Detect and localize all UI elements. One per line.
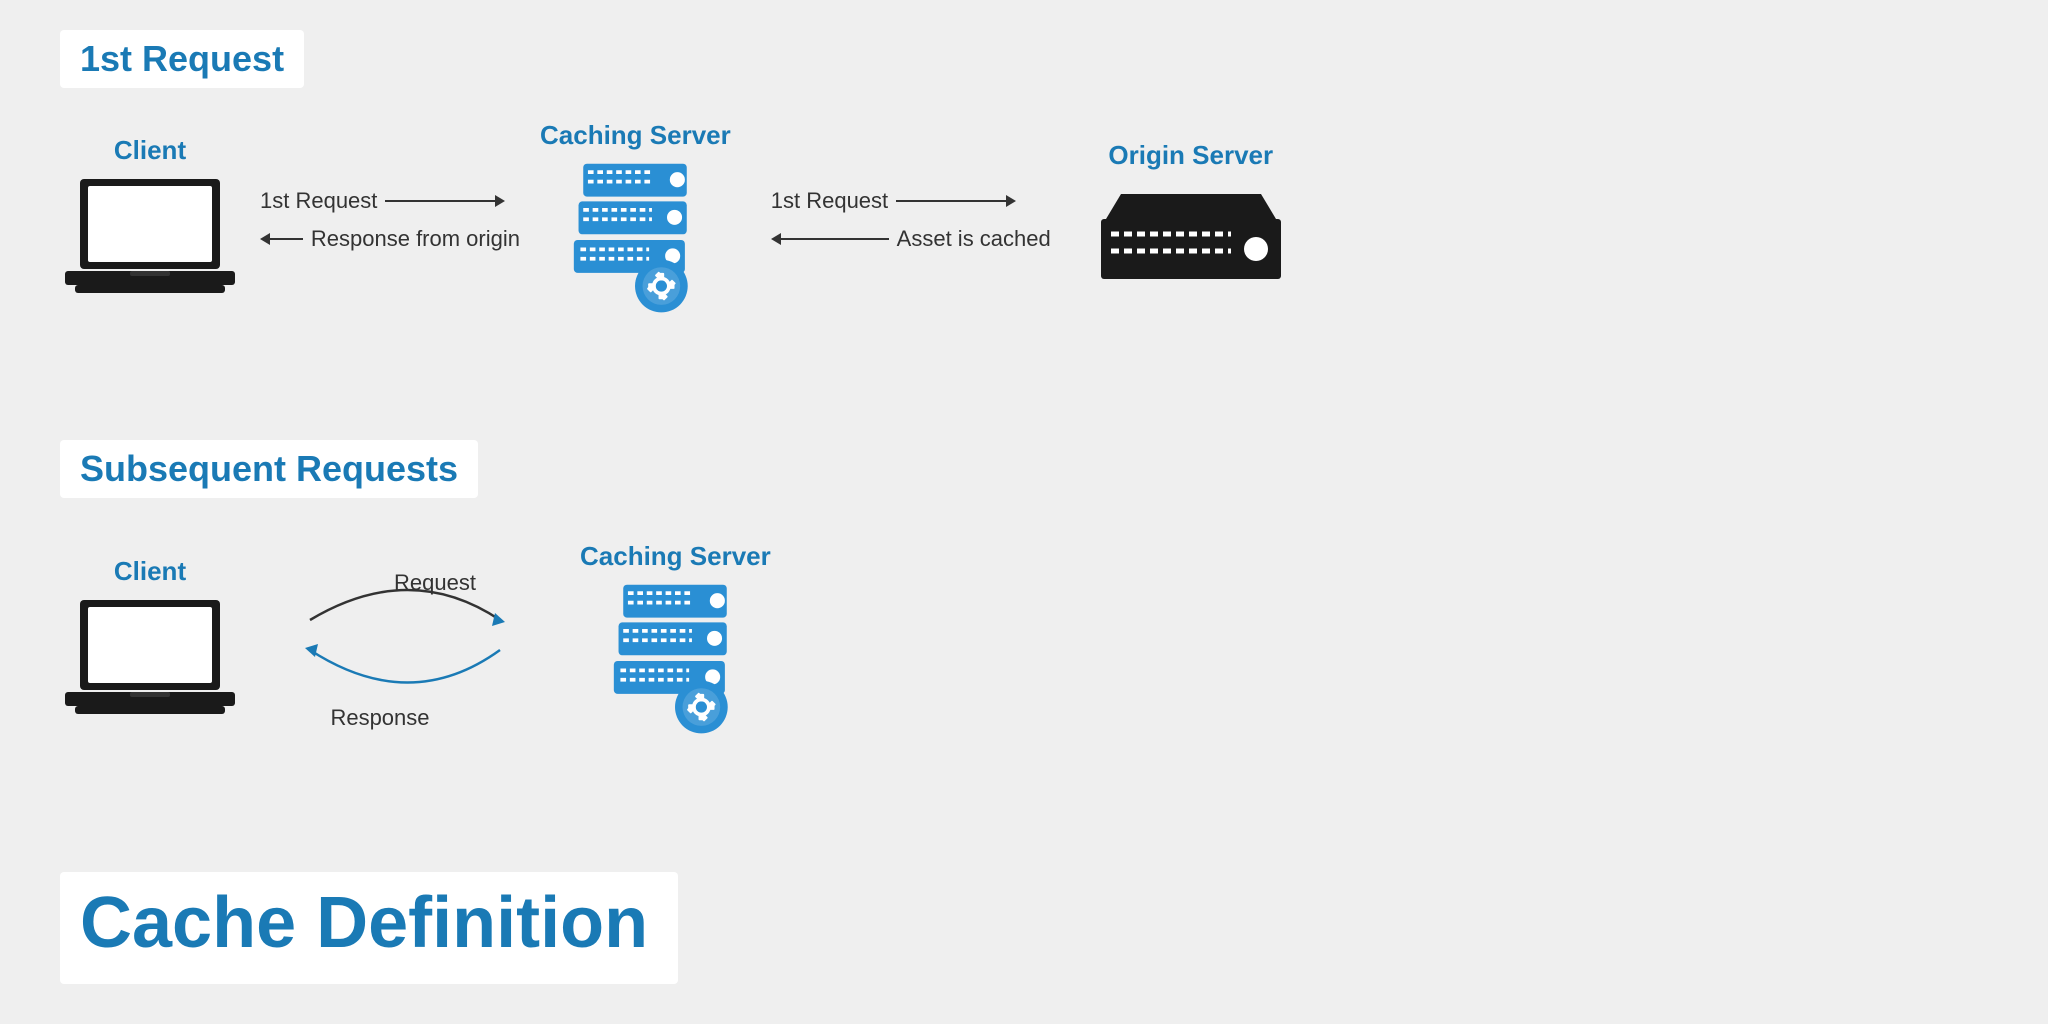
- circular-arrow-area: Request Response: [280, 540, 540, 740]
- laptop-icon-2: [60, 595, 240, 725]
- first-request-box: 1st Request: [60, 30, 304, 88]
- arrow-row-asset-cached: Asset is cached: [771, 226, 1051, 252]
- first-request-row: Client 1st Request: [60, 120, 2020, 319]
- arrow-asset-cached-label: Asset is cached: [897, 226, 1051, 252]
- caching-server-node-2: Caching Server: [580, 541, 771, 740]
- arrow-left-2: [771, 227, 889, 251]
- cache-definition-box: Cache Definition: [60, 872, 678, 984]
- arrow-area-2: 1st Request Asset is cached: [771, 182, 1051, 258]
- client-node-2: Client: [60, 556, 240, 725]
- arrow-1st-request-label-2: 1st Request: [771, 188, 888, 214]
- client-label-1: Client: [114, 135, 186, 166]
- laptop-icon-1: [60, 174, 240, 304]
- arrow-left-1: [260, 227, 303, 251]
- response-label-text: Response: [330, 705, 429, 730]
- caching-server-label-1: Caching Server: [540, 120, 731, 151]
- arrow-area-1: 1st Request Response from origin: [260, 182, 520, 258]
- client-node-1: Client: [60, 135, 240, 304]
- cache-definition-section: Cache Definition: [60, 872, 678, 984]
- arrow-response-label: Response from origin: [311, 226, 520, 252]
- subsequent-section: Subsequent Requests: [60, 440, 478, 498]
- arrow-row-response-from-origin: Response from origin: [260, 226, 520, 252]
- caching-server-label-2: Caching Server: [580, 541, 771, 572]
- caching-server-icon-2: [595, 580, 755, 740]
- arrow-row-1st-request-2: 1st Request: [771, 188, 1051, 214]
- arrow-1st-request-label: 1st Request: [260, 188, 377, 214]
- first-request-label: 1st Request: [80, 38, 284, 79]
- origin-server-label: Origin Server: [1108, 140, 1273, 171]
- subsequent-label: Subsequent Requests: [80, 448, 458, 489]
- arrow-right-1: [385, 189, 505, 213]
- circular-arrows-svg: Request Response: [280, 540, 540, 740]
- caching-server-icon-1: [555, 159, 715, 319]
- diagram-container: 1st Request Client 1st Reque: [0, 0, 2048, 1024]
- client-label-2: Client: [114, 556, 186, 587]
- origin-server-icon: [1091, 179, 1291, 299]
- arrow-right-2: [896, 189, 1016, 213]
- subsequent-row: Client Request Response: [60, 540, 1060, 740]
- origin-server-node: Origin Server: [1091, 140, 1291, 299]
- caching-server-node-1: Caching Server: [540, 120, 731, 319]
- first-request-section: 1st Request: [60, 30, 304, 88]
- cache-definition-label: Cache Definition: [80, 883, 648, 963]
- arrow-row-1st-request: 1st Request: [260, 188, 520, 214]
- subsequent-box: Subsequent Requests: [60, 440, 478, 498]
